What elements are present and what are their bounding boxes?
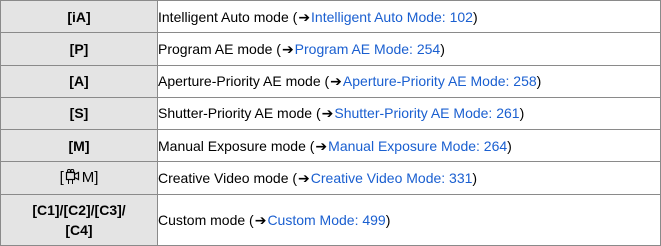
page-reference-link[interactable]: Manual Exposure Mode: 264	[328, 138, 507, 154]
closing-paren: )	[472, 8, 478, 25]
table-row: [A] Aperture-Priority AE mode (➔Aperture…	[0, 64, 661, 98]
table-row: [iA] Intelligent Auto mode (➔Intelligent…	[0, 0, 661, 34]
mode-label: [A]	[69, 73, 89, 90]
description-cell: Creative Video mode (➔Creative Video Mod…	[157, 161, 661, 195]
mode-bracket-close: M]	[81, 168, 99, 186]
mode-cell: [M]	[0, 129, 158, 163]
page-reference-link[interactable]: Aperture-Priority AE Mode: 258	[343, 73, 537, 89]
mode-cell: [P]	[0, 32, 158, 66]
reference-arrow-icon: ➔	[315, 137, 328, 154]
table-row: [ M] Creative Video mode (➔Creative Vide…	[0, 161, 661, 195]
reference-arrow-icon: ➔	[298, 8, 311, 25]
mode-cell: [C1]/[C2]/[C3]/ [C4]	[0, 193, 158, 246]
table-row: [P] Program AE mode (➔Program AE Mode: 2…	[0, 32, 661, 66]
page-reference-link[interactable]: Program AE Mode: 254	[295, 41, 441, 57]
description-cell: Program AE mode (➔Program AE Mode: 254)	[157, 32, 661, 66]
closing-paren: )	[472, 170, 478, 187]
reference-arrow-icon: ➔	[298, 170, 310, 187]
mode-cell: [iA]	[0, 0, 158, 34]
page-reference-link[interactable]: Shutter-Priority AE Mode: 261	[334, 105, 519, 121]
reference-arrow-icon: ➔	[321, 105, 334, 122]
description-cell: Custom mode (➔Custom Mode: 499)	[157, 193, 661, 246]
mode-label-line: [C1]/[C2]/[C3]/	[32, 201, 126, 218]
closing-paren: )	[519, 105, 525, 122]
page-reference-link[interactable]: Custom Mode: 499	[267, 212, 385, 228]
reference-arrow-icon: ➔	[330, 73, 342, 90]
description-cell: Manual Exposure mode (➔Manual Exposure M…	[157, 129, 661, 163]
closing-paren: )	[507, 137, 512, 154]
mode-label: [S]	[69, 105, 89, 122]
mode-description: Creative Video mode (	[158, 170, 298, 187]
description-cell: Aperture-Priority AE mode (➔Aperture-Pri…	[157, 64, 661, 98]
mode-dial-table: [iA] Intelligent Auto mode (➔Intelligent…	[0, 0, 661, 246]
mode-label: [iA]	[67, 8, 91, 25]
table-row: [S] Shutter-Priority AE mode (➔Shutter-P…	[0, 96, 661, 131]
mode-label: [M]	[68, 137, 90, 154]
mode-description: Shutter-Priority AE mode (	[158, 105, 321, 122]
mode-cell: [A]	[0, 64, 158, 98]
reference-arrow-icon: ➔	[254, 211, 267, 228]
mode-label-line: [C4]	[65, 221, 93, 238]
mode-description: Manual Exposure mode (	[158, 137, 315, 154]
mode-description: Custom mode (	[158, 211, 254, 228]
mode-description: Program AE mode (	[158, 40, 281, 57]
page-reference-link[interactable]: Intelligent Auto Mode: 102	[311, 9, 473, 25]
creative-video-icon	[65, 168, 81, 190]
mode-description: Aperture-Priority AE mode (	[158, 73, 330, 90]
mode-description: Intelligent Auto mode (	[158, 8, 298, 25]
mode-label: [P]	[69, 40, 89, 57]
description-cell: Shutter-Priority AE mode (➔Shutter-Prior…	[157, 96, 661, 131]
table-row: [C1]/[C2]/[C3]/ [C4] Custom mode (➔Custo…	[0, 193, 661, 246]
page-reference-link[interactable]: Creative Video Mode: 331	[311, 170, 473, 186]
table-row: [M] Manual Exposure mode (➔Manual Exposu…	[0, 129, 661, 163]
closing-paren: )	[536, 73, 542, 90]
closing-paren: )	[440, 40, 445, 57]
description-cell: Intelligent Auto mode (➔Intelligent Auto…	[157, 0, 661, 34]
closing-paren: )	[385, 211, 391, 228]
mode-cell: [S]	[0, 96, 158, 131]
mode-cell: [ M]	[0, 161, 158, 195]
reference-arrow-icon: ➔	[281, 40, 294, 57]
mode-bracket-open: [	[59, 168, 64, 186]
